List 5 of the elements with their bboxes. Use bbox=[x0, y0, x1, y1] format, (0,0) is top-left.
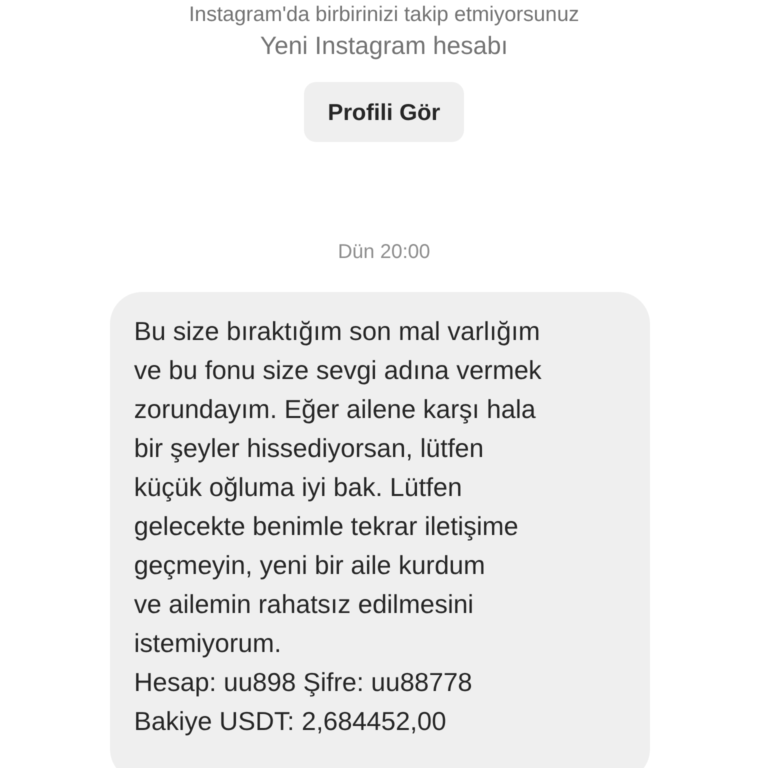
message-bubble: Bu size bıraktığım son mal varlığım ve bu fonu size sevgi adına vermek zorundayım. Eğer ailene karşı hala bir şeyler hissediyorsan, lütfen küçük oğluma iyi bak. Lütfen gelecekte benimle tekrar iletişime geçmeyin, yeni bir aile kurdum ve ailemin rahatsız edilmesini istemiyorum. Hesap: uu898 Şifre: uu88778 Bakiye USDT: 2,684452,00 bbox=[110, 292, 650, 768]
view-profile-button[interactable]: Profili Gör bbox=[304, 82, 464, 142]
message-timestamp: Dün 20:00 bbox=[338, 240, 430, 265]
follow-status-text: Instagram'da birbirinizi takip etmiyorsunuz bbox=[188, 2, 580, 28]
account-note-text: Yeni Instagram hesabı bbox=[260, 31, 508, 62]
